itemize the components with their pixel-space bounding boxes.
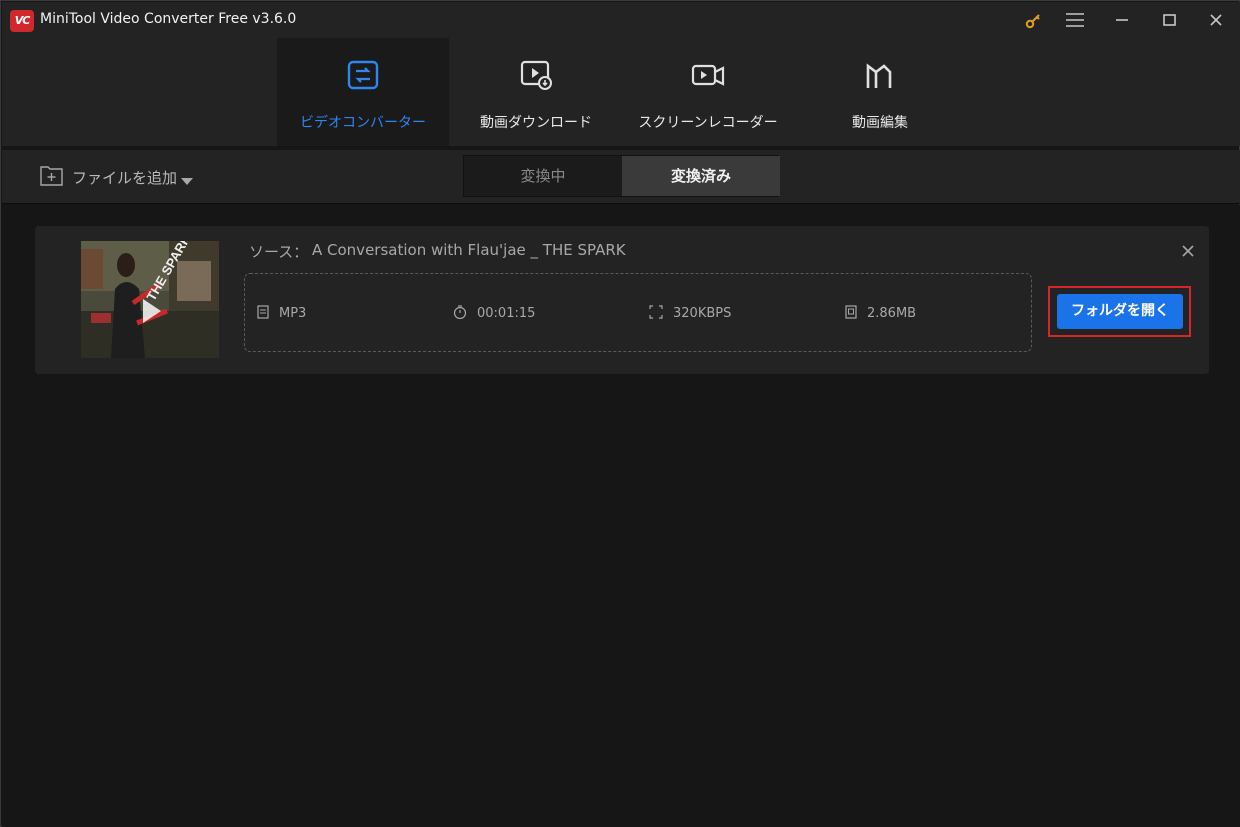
main-navigation: ビデオコンバーター 動画ダウンロード スクリーンレコーダー 動画編集 — [2, 38, 1240, 146]
close-icon[interactable] — [1180, 243, 1196, 259]
title-bar: VC MiniTool Video Converter Free v3.6.0 — [2, 2, 1240, 38]
app-title: MiniTool Video Converter Free v3.6.0 — [40, 11, 297, 27]
bitrate-value: 320KBPS — [673, 305, 732, 321]
list-item: THE SPARK ソース： A Conversation with Flau'… — [35, 226, 1209, 374]
convert-icon — [343, 58, 383, 94]
maximize-icon[interactable] — [1156, 8, 1182, 34]
tab-label: 動画編集 — [852, 115, 908, 131]
close-icon[interactable] — [1203, 8, 1229, 34]
tab-label: ビデオコンバーター — [300, 115, 426, 131]
video-thumbnail[interactable]: THE SPARK — [81, 241, 219, 358]
minimize-icon[interactable] — [1109, 8, 1135, 34]
chevron-down-icon[interactable] — [180, 171, 194, 190]
source-label: ソース： — [249, 243, 309, 261]
tab-video-editor[interactable]: 動画編集 — [794, 38, 966, 146]
menu-icon[interactable] — [1062, 8, 1088, 34]
conversion-status-tabs: 変換中 変換済み — [463, 155, 780, 197]
add-file-button[interactable]: ファイルを追加 — [40, 165, 177, 189]
app-logo: VC — [10, 10, 34, 32]
camera-icon — [688, 58, 728, 94]
toolbar: ファイルを追加 変換中 変換済み — [2, 150, 1240, 204]
tab-video-download[interactable]: 動画ダウンロード — [450, 38, 622, 146]
output-info-box: MP3 00:01:15 320KBPS 2.86MB — [244, 273, 1032, 352]
tab-converting[interactable]: 変換中 — [464, 156, 622, 196]
tab-screen-recorder[interactable]: スクリーンレコーダー — [622, 38, 794, 146]
app-window: VC MiniTool Video Converter Free v3.6.0 — [0, 0, 1240, 827]
tab-label: スクリーンレコーダー — [638, 115, 778, 131]
tab-label: 動画ダウンロード — [480, 115, 592, 131]
tab-converted[interactable]: 変換済み — [622, 156, 780, 196]
resolution-icon — [649, 304, 663, 323]
format-value: MP3 — [279, 305, 307, 321]
file-size-icon — [845, 304, 857, 323]
converted-list: THE SPARK ソース： A Conversation with Flau'… — [2, 205, 1240, 827]
key-icon[interactable] — [1020, 8, 1046, 34]
open-folder-button[interactable]: フォルダを開く — [1057, 294, 1183, 329]
tab-video-converter[interactable]: ビデオコンバーター — [277, 38, 449, 146]
download-video-icon — [516, 58, 556, 94]
add-folder-icon — [40, 164, 64, 190]
duration-info: 00:01:15 — [453, 304, 535, 322]
format-info: MP3 — [257, 304, 306, 322]
movie-edit-icon — [860, 58, 900, 94]
size-value: 2.86MB — [867, 305, 917, 321]
highlight-frame: フォルダを開く — [1048, 286, 1191, 337]
size-info: 2.86MB — [845, 304, 916, 322]
file-format-icon — [257, 304, 269, 323]
bitrate-info: 320KBPS — [649, 304, 731, 322]
add-file-label: ファイルを追加 — [72, 168, 178, 187]
duration-value: 00:01:15 — [477, 305, 536, 321]
clock-icon — [453, 304, 467, 323]
source-name: A Conversation with Flau'jae _ THE SPARK — [312, 241, 626, 259]
